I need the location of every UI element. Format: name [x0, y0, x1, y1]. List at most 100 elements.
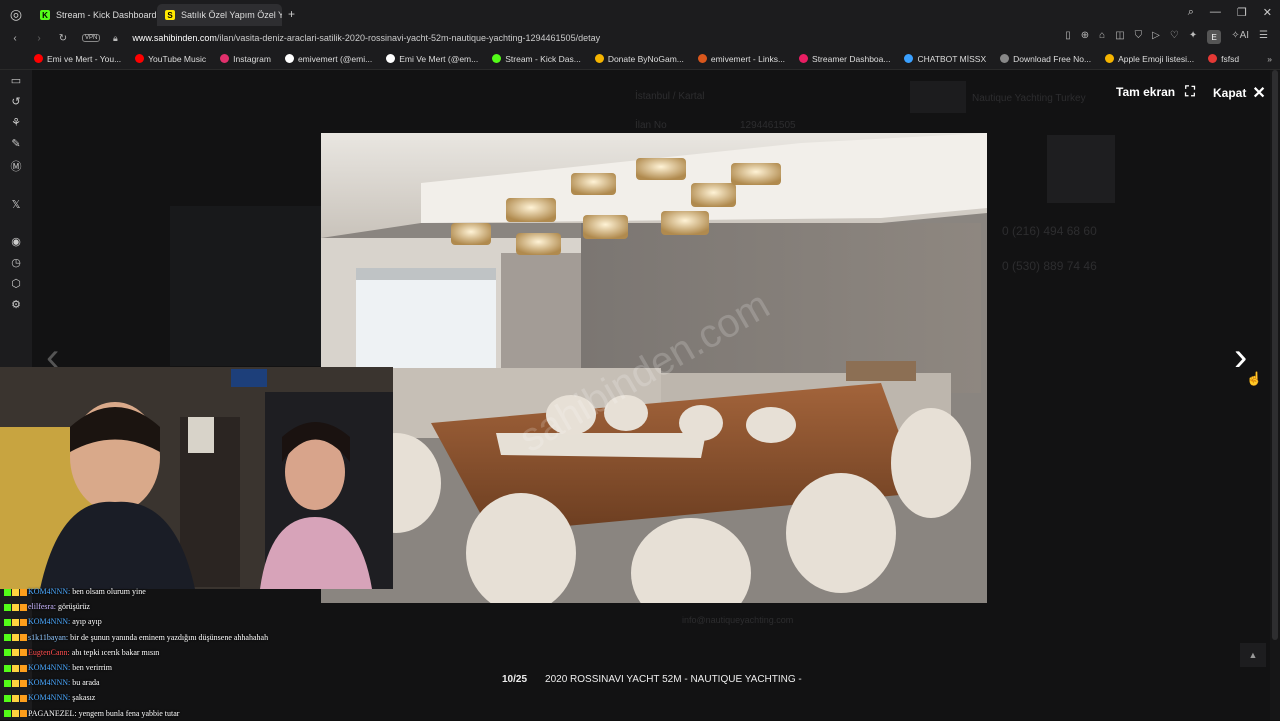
tab-sahibinden[interactable]: S Satılık Özel Yapım Özel Ya ✕ [157, 4, 282, 26]
chat-message: KOM4NNN: şakasız [4, 690, 304, 705]
bookmark-favicon-icon [799, 54, 809, 63]
menu-icon[interactable]: ☰ [1259, 30, 1268, 44]
bookmark-item[interactable]: YouTube Music [135, 54, 206, 64]
tab-label: Satılık Özel Yapım Özel Ya [181, 10, 282, 20]
url-field[interactable]: www.sahibinden.com/ilan/vasita-deniz-ara… [132, 33, 600, 43]
phone-2: 0 (530) 889 74 46 [1002, 259, 1097, 273]
webcam-overlay [0, 367, 393, 589]
chat-text: yengem bunla fena yabbie tutar [78, 708, 180, 718]
scroll-to-top-button[interactable]: ▲ [1240, 643, 1266, 667]
bookmark-item[interactable]: Emi Ve Mert (@em... [386, 54, 478, 64]
listing-no: 1294461505 [740, 120, 796, 131]
close-icon: ✕ [1252, 85, 1266, 102]
chat-message: KOM4NNN: bu arada [4, 675, 304, 690]
bookmark-item[interactable]: Stream - Kick Das... [492, 54, 581, 64]
bookmark-item[interactable]: Apple Emoji listesi... [1105, 54, 1194, 64]
fullscreen-button[interactable]: Tam ekran ⛶ [1116, 83, 1195, 100]
sidebar-settings-icon[interactable]: ⚙ [11, 298, 21, 311]
profile-avatar[interactable]: E [1207, 30, 1222, 44]
sidebar-history-icon[interactable]: ↺ [11, 95, 20, 108]
bookmark-item[interactable]: Donate ByNoGam... [594, 53, 684, 64]
back-icon[interactable]: ‹ [6, 33, 24, 44]
fullscreen-label: Tam ekran [1116, 84, 1176, 99]
minimize-icon[interactable]: — [1210, 6, 1221, 19]
chat-badges-icon [4, 709, 28, 718]
forward-icon[interactable]: › [30, 33, 48, 44]
screenshot-icon[interactable]: ◫ [1115, 30, 1124, 44]
sidebar-x-icon[interactable]: 𝕏 [12, 198, 21, 211]
restore-icon[interactable]: ❐ [1237, 6, 1247, 19]
chat-text: ben verirrim [72, 663, 112, 673]
scrollbar-thumb[interactable] [1272, 70, 1278, 640]
sidebar-clock-icon[interactable]: ◷ [11, 256, 21, 269]
bookmark-item[interactable]: emivemert - Links... [697, 54, 785, 64]
reload-icon[interactable]: ↻ [54, 33, 72, 44]
close-gallery-button[interactable]: Kapat ✕ [1213, 83, 1266, 103]
sidebar-ai-icon[interactable]: ⚘ [11, 116, 21, 129]
bookmark-favicon-icon [697, 54, 707, 63]
search-tabs-icon[interactable]: ⌕ [1188, 6, 1194, 19]
chat-message: s1k11bayan: bir de şunun yanında eminem … [4, 630, 304, 645]
bookmark-item[interactable]: CHATBOT MİSSX [904, 54, 986, 64]
address-bar: ‹ › ↻ VPN 🔒︎ www.sahibinden.com/ilan/vas… [0, 28, 1280, 48]
chat-text: şakasız [72, 693, 96, 703]
bookmark-item[interactable]: fsfsd [1208, 54, 1239, 64]
bookmark-item[interactable]: Instagram [220, 54, 271, 64]
chat-text: ayıp ayıp [72, 617, 102, 627]
extensions-icon[interactable]: ✦ [1189, 30, 1197, 44]
bookmark-item[interactable]: emivemert (@emi... [284, 54, 372, 64]
url-domain: www.sahibinden.com [132, 33, 217, 43]
phone-1: 0 (216) 494 68 60 [1002, 224, 1097, 238]
bookmark-label: CHATBOT MİSSX [917, 53, 987, 64]
chat-text: bu arada [72, 678, 100, 688]
reader-icon[interactable]: ▯ [1065, 30, 1071, 44]
play-icon[interactable]: ▷ [1152, 30, 1160, 44]
bookmark-label: Apple Emoji listesi... [1118, 53, 1195, 64]
dining-room-image: sahibinden.com [321, 133, 987, 603]
more-bookmarks-icon[interactable]: » [1267, 54, 1272, 64]
page-scrollbar[interactable] [1270, 70, 1280, 720]
chat-text: görüşürüz [57, 602, 90, 612]
tab-kick-dashboard[interactable]: K Stream - Kick Dashboard [32, 4, 157, 26]
chat-message: KOM4NNN: ayıp ayıp [4, 614, 304, 629]
chat-username: elilfesra: [28, 602, 56, 612]
new-tab-button[interactable]: + [288, 7, 295, 21]
shield-icon[interactable]: ⛉ [1135, 30, 1143, 44]
bookmark-page-icon[interactable]: ⌂ [1099, 30, 1105, 44]
sidebar-extensions-icon[interactable]: ⬡ [11, 277, 21, 290]
bookmark-item[interactable]: Download Free No... [1000, 54, 1091, 64]
sidebar-tabs-icon[interactable]: ▭ [11, 74, 21, 87]
chat-text: ben olsam olurum yine [72, 587, 146, 596]
gallery-caption: 10/25 2020 ROSSINAVI YACHT 52M - NAUTIQU… [502, 674, 802, 685]
bookmark-favicon-icon [220, 54, 230, 63]
sidebar-m-icon[interactable]: Ⓜ [11, 158, 22, 174]
gallery-photo[interactable]: sahibinden.com [321, 133, 987, 603]
sidebar-music-icon[interactable]: ◉ [11, 235, 21, 248]
lock-icon[interactable]: 🔒︎ [106, 33, 124, 44]
breadcrumb: İstanbul / Kartal [635, 91, 705, 102]
chat-username: KOM4NNN: [28, 693, 71, 703]
bookmark-label: Donate ByNoGam... [607, 53, 684, 64]
sidebar-notes-icon[interactable]: ✎ [11, 137, 20, 150]
bookmarks-bar: Emi ve Mert - You... YouTube Music Instagr… [0, 48, 1280, 70]
bookmark-item[interactable]: Emi ve Mert - You... [34, 54, 121, 64]
browser-logo-icon[interactable]: ◎ [0, 0, 32, 28]
bookmark-label: fsfsd [1221, 53, 1240, 64]
bookmark-item[interactable]: Streamer Dashboa... [799, 54, 890, 64]
bookmark-favicon-icon [492, 54, 502, 63]
address-actions: ▯ ⊕ ⌂ ◫ ⛉ ▷ ♡ ✦ E ✧AI ☰ [1065, 30, 1268, 44]
bookmark-label: Instagram [233, 53, 271, 64]
chat-badges-icon [4, 663, 28, 672]
chat-text: abı tepki ıcerık bakar mısın [71, 647, 160, 657]
chat-badges-icon [4, 602, 28, 611]
close-window-icon[interactable]: ✕ [1263, 6, 1272, 19]
bookmark-favicon-icon [1000, 54, 1010, 63]
seller-email: info@nautiqueyachting.com [682, 615, 794, 625]
vpn-badge[interactable]: VPN [82, 34, 101, 42]
heart-icon[interactable]: ♡ [1170, 30, 1179, 44]
window-controls: ⌕ — ❐ ✕ [1188, 6, 1272, 19]
zoom-icon[interactable]: ⊕ [1081, 30, 1089, 44]
chat-message: elilfesra: görüşürüz [4, 599, 304, 614]
ai-icon[interactable]: ✧AI [1231, 30, 1249, 44]
prev-image-icon[interactable]: ‹ [46, 335, 59, 380]
